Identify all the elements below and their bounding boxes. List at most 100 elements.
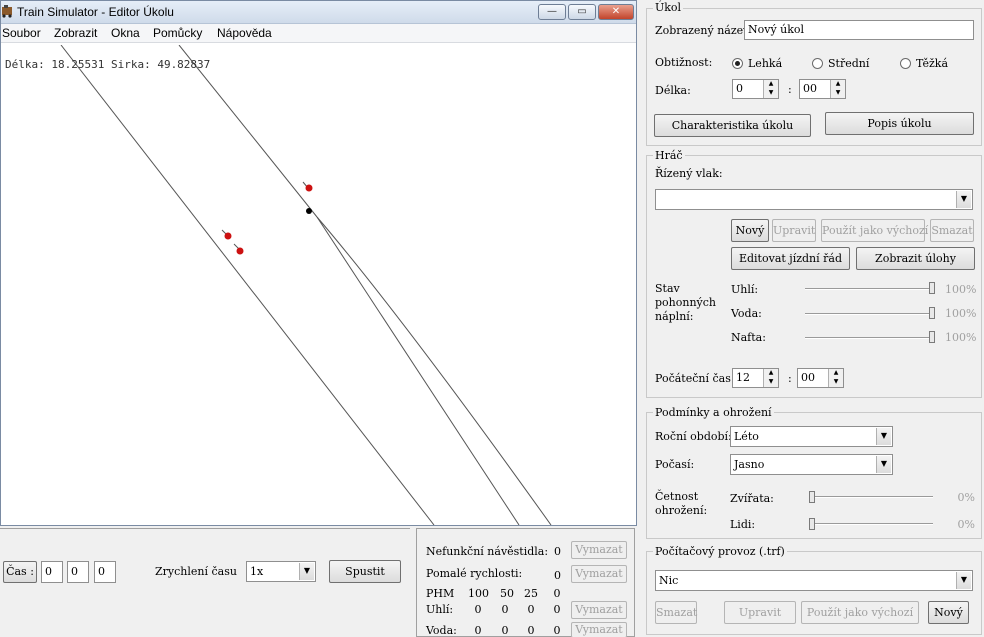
ai-traffic-new-button[interactable]: Nový — [928, 601, 969, 624]
chevron-down-icon: ▼ — [956, 572, 971, 589]
clear-slow-speeds-button[interactable]: Vymazat — [571, 565, 627, 583]
junction-marker[interactable] — [306, 208, 312, 214]
map-canvas[interactable] — [1, 45, 635, 525]
close-button[interactable]: ✕ — [598, 4, 634, 20]
use-default-train-button[interactable]: Použít jako výchozí — [821, 219, 928, 242]
chevron-down-icon: ▼ — [956, 191, 971, 208]
spin-down-icon[interactable]: ▼ — [831, 89, 845, 98]
season-label: Roční období: — [655, 430, 732, 443]
menu-napoveda[interactable]: Nápověda — [217, 26, 272, 40]
difficulty-radio-easy[interactable] — [732, 58, 743, 69]
time-panel: Čas : 0 0 0 Zrychlení času 1x ▼ Spustit — [0, 528, 410, 637]
start-time-label: Počáteční čas: — [655, 372, 735, 385]
fuel-coal-label: Uhlí: — [731, 283, 759, 296]
slow-speeds-label: Pomalé rychlosti: — [426, 567, 523, 580]
display-name-label: Zobrazený název: — [655, 24, 754, 37]
start-minutes-stepper[interactable]: 00 ▲ ▼ — [797, 368, 844, 388]
start-hours-stepper[interactable]: 12 ▲ ▼ — [732, 368, 779, 388]
track-line — [60, 45, 435, 525]
spin-buttons[interactable]: ▲ ▼ — [830, 80, 845, 98]
signal-marker[interactable] — [236, 247, 244, 255]
stats-cell: 0 — [501, 624, 509, 637]
clear-broken-signals-button[interactable]: Vymazat — [571, 541, 627, 559]
delete-train-button[interactable]: Smazat — [930, 219, 974, 242]
ai-traffic-delete-button[interactable]: Smazat — [655, 601, 697, 624]
menu-zobrazit[interactable]: Zobrazit — [54, 26, 97, 40]
train-app-icon — [2, 5, 12, 18]
spin-up-icon[interactable]: ▲ — [764, 80, 778, 89]
fuel-diesel-slider-thumb[interactable] — [929, 331, 935, 343]
minimize-button[interactable]: — — [538, 4, 566, 20]
fuel-water-slider-thumb[interactable] — [929, 307, 935, 319]
fuel-water-slider-track[interactable] — [805, 313, 933, 315]
ai-traffic-select[interactable]: Nic ▼ — [655, 570, 973, 591]
edit-timetable-button[interactable]: Editovat jízdní řád — [731, 247, 850, 270]
description-button[interactable]: Popis úkolu — [825, 112, 974, 135]
signal-marker[interactable] — [224, 232, 232, 240]
length-minutes-stepper[interactable]: 00 ▲ ▼ — [799, 79, 846, 99]
display-name-input[interactable]: Nový úkol — [744, 20, 974, 40]
fuel-coal-percent: 100% — [945, 283, 977, 296]
spin-up-icon[interactable]: ▲ — [764, 369, 778, 378]
spin-up-icon[interactable]: ▲ — [831, 80, 845, 89]
spin-down-icon[interactable]: ▼ — [764, 378, 778, 387]
show-tasks-button[interactable]: Zobrazit úlohy — [856, 247, 975, 270]
people-slider-thumb[interactable] — [809, 518, 815, 530]
clear-coal-button[interactable]: Vymazat — [571, 601, 627, 619]
new-train-button[interactable]: Nový — [731, 219, 769, 242]
start-time-colon: : — [788, 372, 792, 385]
stats-cell: 0 — [553, 624, 561, 637]
characteristics-button[interactable]: Charakteristika úkolu — [654, 114, 811, 137]
stats-cell: 0 — [527, 624, 535, 637]
time-hours-field[interactable]: 0 — [41, 561, 63, 583]
time-seconds-field[interactable]: 0 — [94, 561, 116, 583]
time-speed-value: 1x — [250, 565, 264, 578]
animals-slider-thumb[interactable] — [809, 491, 815, 503]
stats-cell: 0 — [501, 603, 509, 616]
difficulty-radio-hard[interactable] — [900, 58, 911, 69]
time-label-button[interactable]: Čas : — [3, 561, 37, 583]
animals-slider-track[interactable] — [809, 496, 933, 498]
ai-traffic-use-default-button[interactable]: Použít jako výchozí — [801, 601, 919, 624]
stats-cell: 0 — [553, 603, 561, 616]
spin-buttons[interactable]: ▲ ▼ — [763, 80, 778, 98]
train-select[interactable]: ▼ — [655, 189, 973, 210]
maximize-button[interactable]: ▭ — [568, 4, 596, 20]
ai-traffic-edit-button[interactable]: Upravit — [724, 601, 796, 624]
fuel-coal-slider-thumb[interactable] — [929, 282, 935, 294]
season-select[interactable]: Léto ▼ — [730, 426, 893, 447]
stats-cell: 0 — [553, 587, 561, 600]
length-hours-stepper[interactable]: 0 ▲ ▼ — [732, 79, 779, 99]
time-speed-select[interactable]: 1x ▼ — [246, 561, 316, 582]
ai-traffic-group: Počítačový provoz (.trf) Nic ▼ Smazat Up… — [646, 545, 982, 635]
chevron-down-icon: ▼ — [876, 456, 891, 473]
spin-down-icon[interactable]: ▼ — [764, 89, 778, 98]
weather-select[interactable]: Jasno ▼ — [730, 454, 893, 475]
animals-percent: 0% — [957, 491, 975, 504]
time-minutes-field[interactable]: 0 — [67, 561, 89, 583]
difficulty-option-label: Lehká — [748, 57, 783, 70]
people-slider-track[interactable] — [809, 523, 933, 525]
spin-down-icon[interactable]: ▼ — [829, 378, 843, 387]
clear-water-button[interactable]: Vymazat — [571, 622, 627, 637]
ai-traffic-group-legend: Počítačový provoz (.trf) — [653, 545, 787, 558]
player-group: Hráč Řízený vlak: ▼ Nový Upravit Použít … — [646, 149, 982, 398]
difficulty-radio-medium[interactable] — [812, 58, 823, 69]
menu-pomucky[interactable]: Pomůcky — [153, 26, 202, 40]
editor-window: Train Simulator - Editor Úkolu — ▭ ✕ Sou… — [0, 0, 637, 526]
title-bar[interactable]: Train Simulator - Editor Úkolu — ▭ ✕ — [1, 1, 636, 24]
start-button[interactable]: Spustit — [329, 560, 401, 583]
signal-marker[interactable] — [305, 184, 313, 192]
start-hours-value: 12 — [736, 371, 750, 384]
length-hours-value: 0 — [736, 82, 743, 95]
fuel-diesel-slider-track[interactable] — [805, 337, 933, 339]
spin-up-icon[interactable]: ▲ — [829, 369, 843, 378]
menu-okna[interactable]: Okna — [111, 26, 140, 40]
fuel-coal-slider-track[interactable] — [805, 288, 933, 290]
spin-buttons[interactable]: ▲ ▼ — [763, 369, 778, 387]
spin-buttons[interactable]: ▲ ▼ — [828, 369, 843, 387]
menu-soubor[interactable]: Soubor — [2, 26, 41, 40]
edit-train-button[interactable]: Upravit — [772, 219, 816, 242]
conditions-group-legend: Podmínky a ohrožení — [653, 406, 774, 419]
fuel-water-percent: 100% — [945, 307, 977, 320]
